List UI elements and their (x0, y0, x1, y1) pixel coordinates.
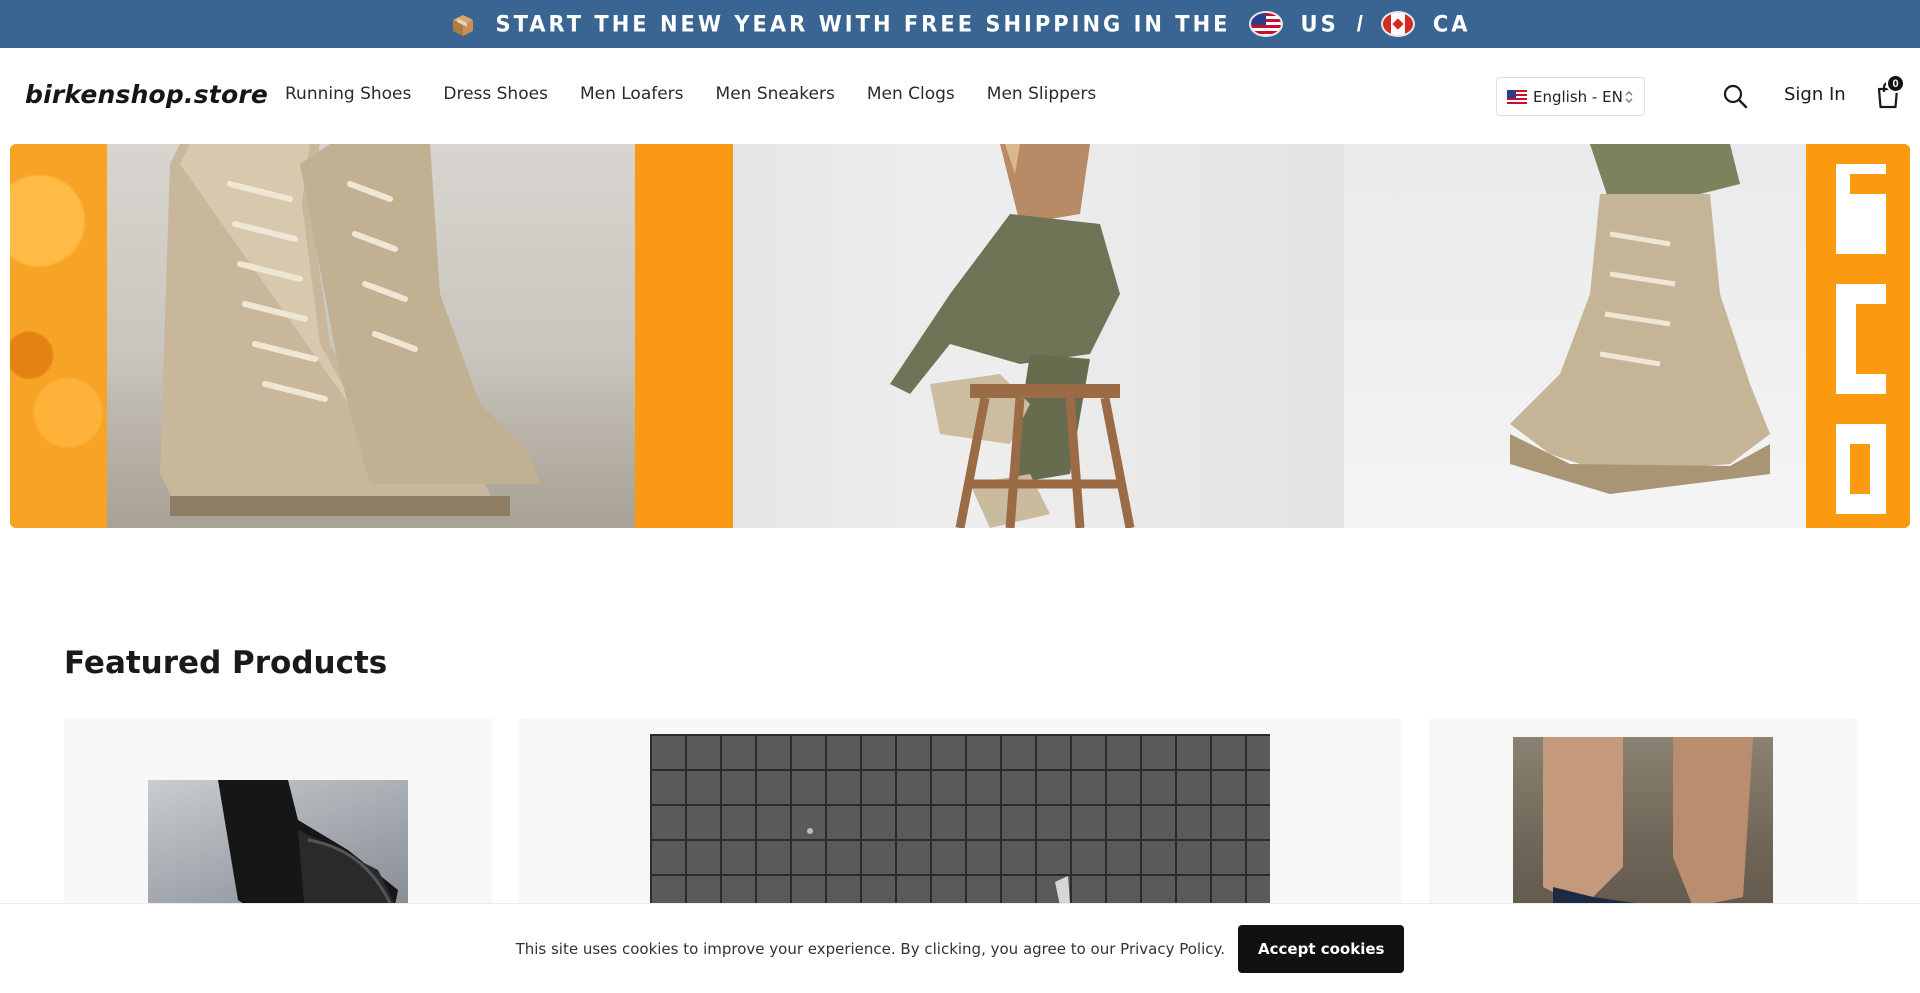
accept-cookies-button[interactable]: Accept cookies (1238, 924, 1405, 973)
nav-item-running-shoes[interactable]: Running Shoes (285, 84, 411, 104)
cart-count-badge: 0 (1886, 74, 1905, 93)
hero-banner[interactable] (10, 144, 1910, 528)
search-icon[interactable] (1722, 83, 1748, 109)
canada-flag-icon (1380, 11, 1415, 37)
language-selector[interactable]: English - EN (1496, 77, 1645, 116)
package-icon (449, 12, 477, 36)
nav-item-men-sneakers[interactable]: Men Sneakers (716, 84, 835, 104)
nav-item-men-slippers[interactable]: Men Slippers (987, 84, 1096, 104)
announcement-text: START THE NEW YEAR WITH FREE SHIPPING IN… (495, 11, 1231, 37)
us-flag-icon (1507, 89, 1527, 104)
nav-item-men-loafers[interactable]: Men Loafers (580, 84, 684, 104)
sign-in-link[interactable]: Sign In (1784, 84, 1846, 105)
hero-illustration (160, 144, 1886, 528)
us-flag-icon (1248, 11, 1283, 37)
site-header: birkenshop.store Running Shoes Dress Sho… (0, 48, 1920, 144)
featured-products-heading: Featured Products (64, 645, 388, 681)
main-nav: Running Shoes Dress Shoes Men Loafers Me… (285, 84, 1096, 104)
announcement-bar: START THE NEW YEAR WITH FREE SHIPPING IN… (0, 0, 1920, 48)
cookie-consent-bar: This site uses cookies to improve your e… (0, 903, 1920, 993)
store-logo[interactable]: birkenshop.store (25, 80, 268, 109)
us-label: US (1300, 11, 1339, 37)
chevron-updown-icon (1625, 91, 1633, 103)
nav-item-men-clogs[interactable]: Men Clogs (867, 84, 955, 104)
nav-item-dress-shoes[interactable]: Dress Shoes (443, 84, 548, 104)
ca-label: CA (1432, 11, 1471, 37)
language-label: English - EN (1533, 87, 1623, 106)
cookie-message: This site uses cookies to improve your e… (515, 939, 1226, 958)
flag-separator: / (1356, 11, 1363, 36)
